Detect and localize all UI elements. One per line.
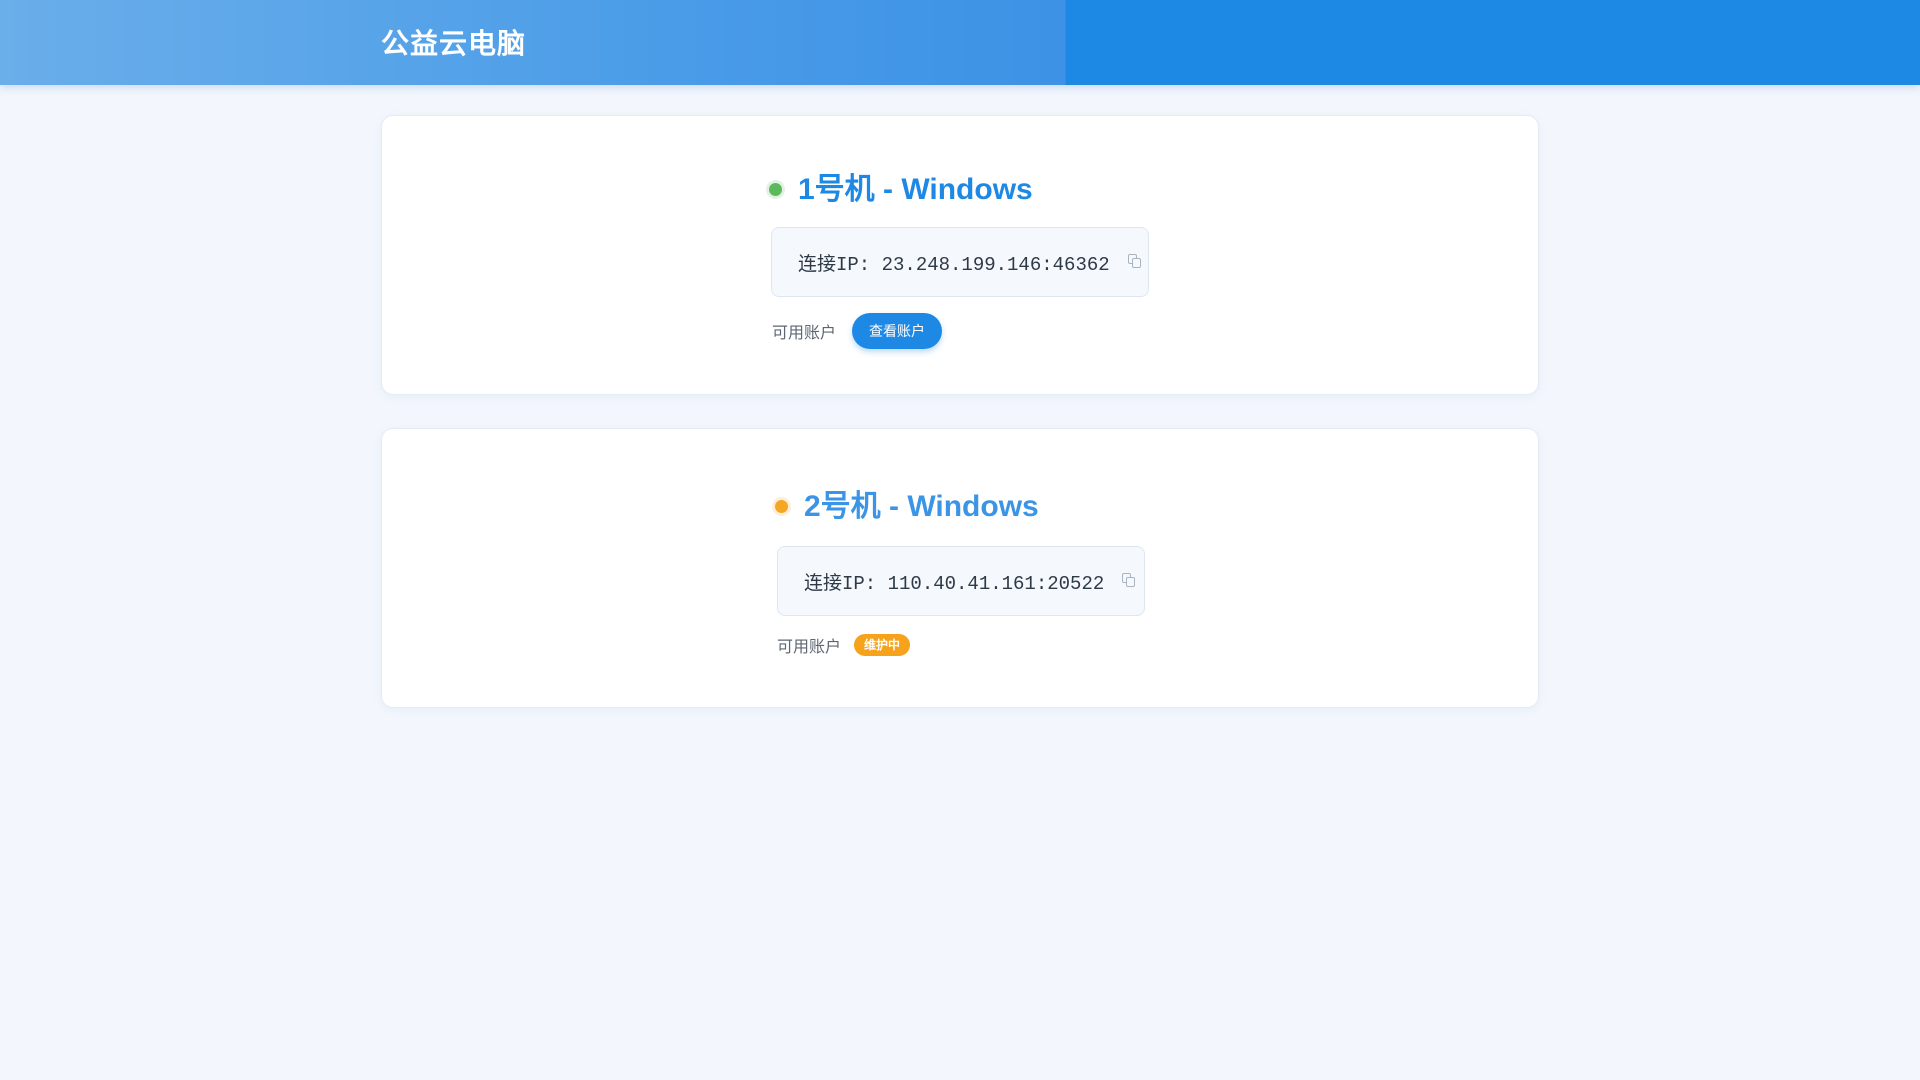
status-online-dot-icon xyxy=(769,182,782,196)
machine-title-row: 2号机 - Windows xyxy=(775,481,1039,525)
top-header: 公益云电脑 xyxy=(0,0,1920,85)
maintenance-badge: 维护中 xyxy=(854,634,911,656)
machine-title: 2号机 - Windows xyxy=(804,490,1039,523)
connection-ip-text: 连接IP: 110.40.41.161:20522 xyxy=(804,572,1105,595)
ip-box: 连接IP: 110.40.41.161:20522 xyxy=(777,546,1145,616)
machine-card-2: 2号机 - Windows 连接IP: 110.40.41.161:20522 … xyxy=(381,428,1539,708)
account-label: 可用账户 xyxy=(772,325,837,342)
account-label: 可用账户 xyxy=(777,639,842,656)
status-maintenance-dot-icon xyxy=(775,499,788,513)
machine-card-1: 1号机 - Windows 连接IP: 23.248.199.146:46362… xyxy=(381,115,1539,395)
site-title: 公益云电脑 xyxy=(381,28,527,59)
machine-title: 1号机 - Windows xyxy=(798,173,1033,206)
view-accounts-button[interactable]: 查看账户 xyxy=(852,313,943,349)
connection-ip-text: 连接IP: 23.248.199.146:46362 xyxy=(798,253,1110,276)
account-row: 可用账户 维护中 xyxy=(777,633,911,657)
ip-box: 连接IP: 23.248.199.146:46362 xyxy=(771,227,1149,297)
account-row: 可用账户 查看账户 xyxy=(772,313,943,349)
machine-title-row: 1号机 - Windows xyxy=(769,164,1033,208)
